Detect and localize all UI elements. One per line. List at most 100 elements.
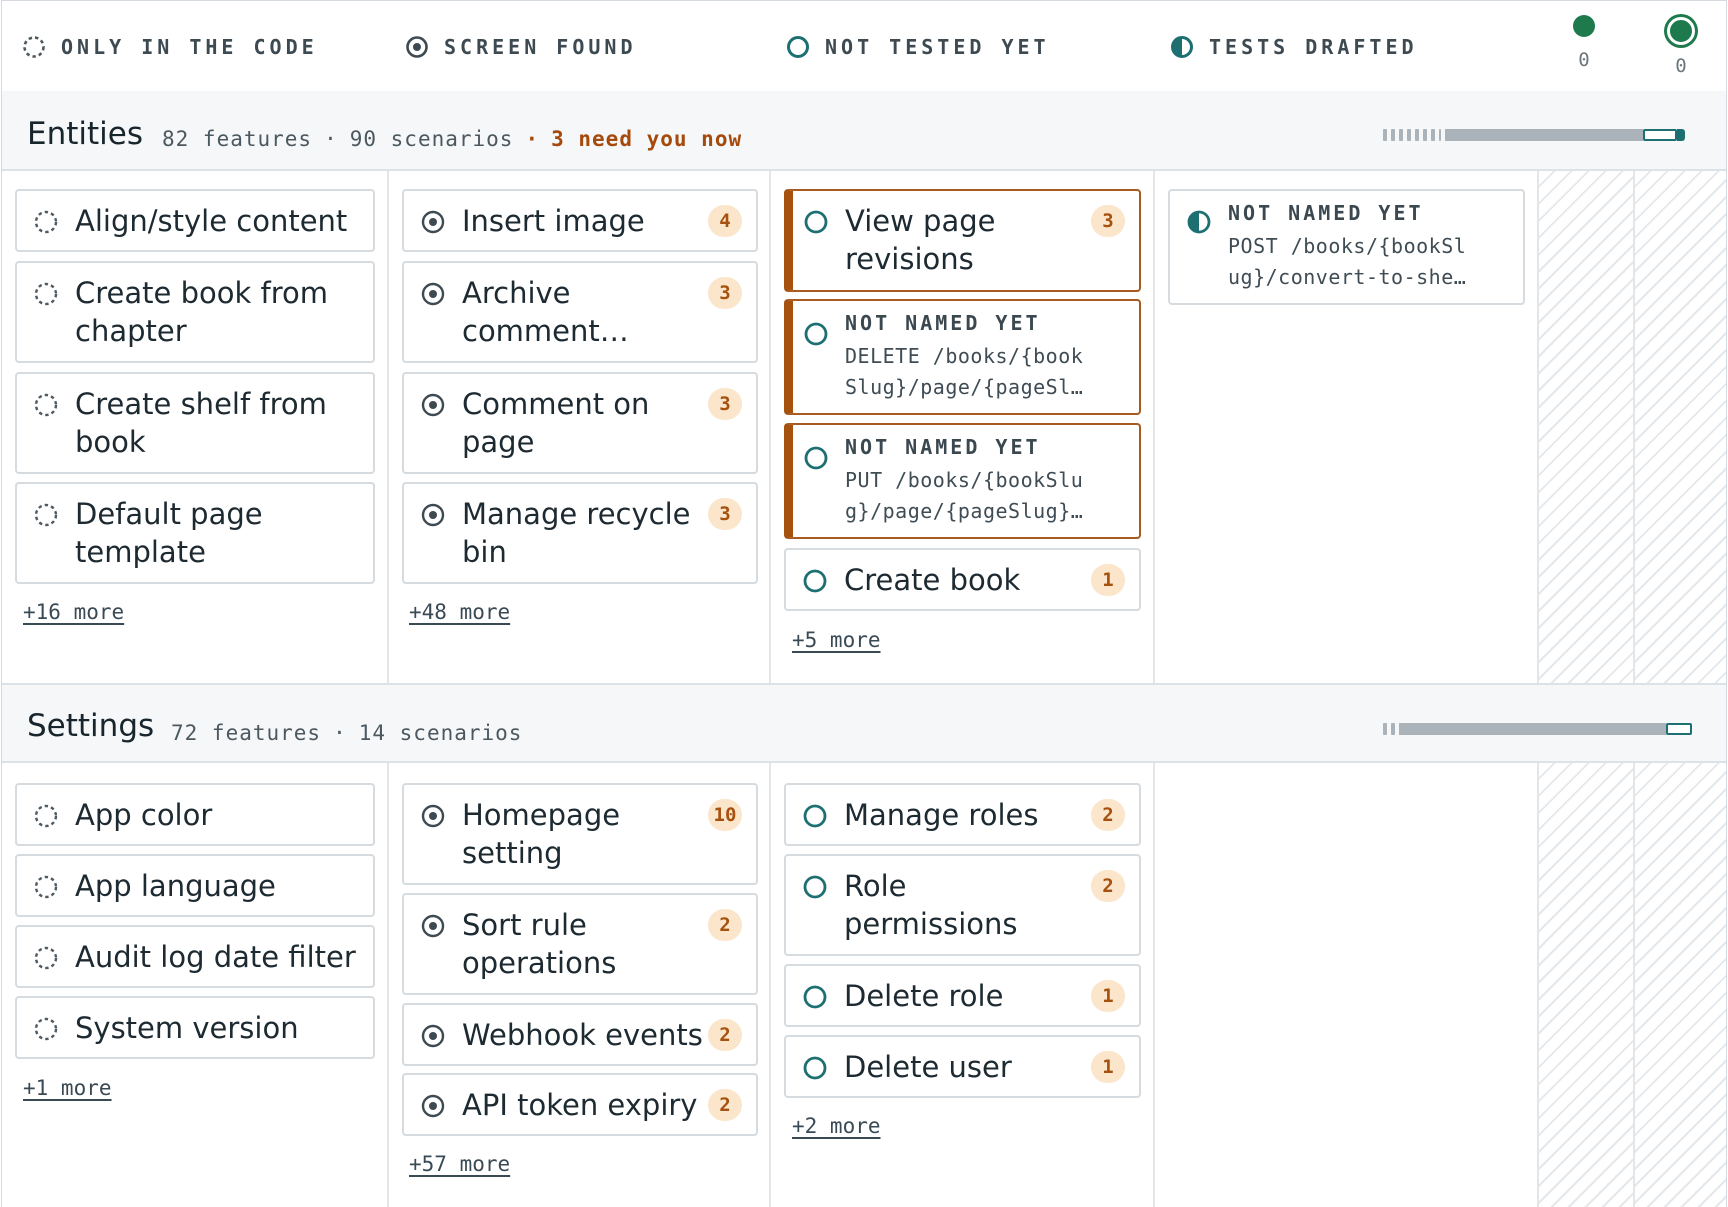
legend-label: ONLY IN THE CODE — [61, 35, 318, 59]
dashed-circle-icon — [34, 804, 58, 828]
feature-card[interactable]: Manage recycle bin 3 — [402, 482, 758, 584]
target-circle-icon — [421, 210, 445, 234]
feature-title: Role permissions — [844, 869, 1018, 941]
empty-column-hatch — [1633, 763, 1726, 1207]
feature-title: Default page template — [75, 497, 263, 569]
passing-count: 0 — [1578, 49, 1590, 71]
feature-board: ONLY IN THE CODE SCREEN FOUND NOT TESTED… — [1, 0, 1727, 1207]
open-circle-icon — [803, 1056, 827, 1080]
feature-card-urgent[interactable]: View page revisions 3 — [784, 189, 1141, 292]
feature-card[interactable]: Insert image 4 — [402, 189, 758, 252]
section-stats: 82 features · 90 scenarios · 3 need you now — [162, 127, 742, 151]
feature-card[interactable]: Create shelf from book — [15, 372, 375, 474]
feature-card[interactable]: Homepage setting 10 — [402, 783, 758, 885]
scenario-count-badge: 3 — [708, 388, 742, 420]
target-circle-icon — [421, 1094, 445, 1118]
feature-card[interactable]: App color — [15, 783, 375, 846]
feature-title: Manage roles — [844, 798, 1039, 832]
feature-count: 82 features — [162, 127, 313, 151]
target-circle-icon — [406, 36, 428, 58]
show-more-link[interactable]: +2 more — [792, 1114, 881, 1138]
feature-card[interactable]: Delete user 1 — [784, 1035, 1141, 1098]
section-title: Entities — [27, 116, 143, 152]
feature-card[interactable]: Sort rule operations 2 — [402, 893, 758, 995]
feature-title: Archive comment… — [462, 276, 629, 348]
feature-card-urgent[interactable]: NOT NAMED YET DELETE /books/{book Slug}/… — [784, 299, 1141, 415]
legend-label: SCREEN FOUND — [444, 35, 637, 59]
scenario-count-badge: 10 — [708, 799, 742, 831]
scenario-count-badge: 1 — [1091, 1051, 1125, 1083]
open-circle-icon — [804, 322, 828, 346]
open-circle-icon — [803, 875, 827, 899]
feature-card[interactable]: Webhook events 2 — [402, 1003, 758, 1066]
feature-card[interactable]: Manage roles 2 — [784, 783, 1141, 846]
section-progress-bar — [1383, 723, 1692, 735]
feature-card[interactable]: Align/style content — [15, 189, 375, 252]
feature-title: Create shelf from book — [75, 387, 327, 459]
scenario-count-badge: 2 — [1091, 799, 1125, 831]
dashed-circle-icon — [34, 210, 58, 234]
feature-count: 72 features — [171, 721, 322, 745]
legend-only-in-code: ONLY IN THE CODE — [21, 34, 318, 60]
progress-cap — [1677, 129, 1685, 141]
target-circle-icon — [421, 393, 445, 417]
unnamed-label: NOT NAMED YET — [845, 311, 1041, 335]
feature-title: Manage recycle bin — [462, 497, 691, 569]
feature-card[interactable]: Role permissions 2 — [784, 854, 1141, 956]
scenario-count: 90 scenarios — [349, 127, 514, 151]
unnamed-label: NOT NAMED YET — [1228, 201, 1424, 225]
open-circle-icon — [803, 985, 827, 1009]
progress-drafted-segment — [1643, 129, 1677, 141]
show-more-link[interactable]: +48 more — [409, 600, 510, 624]
show-more-link[interactable]: +1 more — [23, 1076, 112, 1100]
feature-card[interactable]: Archive comment… 3 — [402, 261, 758, 363]
feature-card[interactable]: Comment on page 3 — [402, 372, 758, 474]
dashed-circle-icon — [34, 393, 58, 417]
show-more-link[interactable]: +57 more — [409, 1152, 510, 1176]
endpoint-route: PUT /books/{bookSlu g}/page/{pageSlug}… — [845, 468, 1084, 523]
feature-card[interactable]: API token expiry 2 — [402, 1073, 758, 1136]
dashed-circle-icon — [34, 875, 58, 899]
feature-card-urgent[interactable]: NOT NAMED YET PUT /books/{bookSlu g}/pag… — [784, 423, 1141, 539]
scenario-count-badge: 3 — [708, 498, 742, 530]
feature-title: System version — [75, 1011, 299, 1045]
feature-title: Sort rule operations — [462, 908, 617, 980]
section-header-entities: Entities 82 features · 90 scenarios · 3 need… — [2, 91, 1726, 171]
feature-card[interactable]: App language — [15, 854, 375, 917]
feature-card[interactable]: Audit log date filter — [15, 925, 375, 988]
show-more-link[interactable]: +5 more — [792, 628, 881, 652]
empty-column-hatch — [1537, 171, 1633, 683]
open-circle-icon — [804, 210, 828, 234]
feature-card[interactable]: Create book 1 — [784, 548, 1141, 611]
feature-title: Delete user — [844, 1050, 1012, 1084]
feature-card[interactable]: Delete role 1 — [784, 964, 1141, 1027]
feature-card[interactable]: Default page template — [15, 482, 375, 584]
scenario-count: 14 scenarios — [358, 721, 523, 745]
status-legend: ONLY IN THE CODE SCREEN FOUND NOT TESTED… — [2, 1, 1726, 93]
scenario-count-badge: 2 — [708, 1019, 742, 1051]
target-circle-icon — [421, 804, 445, 828]
dashed-circle-icon — [34, 1017, 58, 1041]
progress-drafted-segment — [1666, 723, 1692, 735]
feature-card[interactable]: Create book from chapter — [15, 261, 375, 363]
feature-card[interactable]: System version — [15, 996, 375, 1059]
dashed-circle-icon — [34, 282, 58, 306]
feature-title: Insert image — [462, 204, 645, 238]
target-circle-icon — [421, 914, 445, 938]
legend-tests-drafted: TESTS DRAFTED — [1169, 34, 1418, 60]
open-circle-icon — [803, 569, 827, 593]
show-more-link[interactable]: +16 more — [23, 600, 124, 624]
target-circle-icon — [421, 1024, 445, 1048]
dashed-circle-icon — [34, 503, 58, 527]
feature-title: Webhook events — [462, 1018, 703, 1052]
dashed-circle-icon — [34, 946, 58, 970]
legend-screen-found: SCREEN FOUND — [404, 34, 637, 60]
scenario-count-badge: 1 — [1091, 980, 1125, 1012]
feature-title: View page revisions — [845, 204, 996, 276]
dashed-circle-icon — [23, 36, 45, 58]
progress-fill — [1399, 723, 1666, 735]
feature-card[interactable]: NOT NAMED YET POST /books/{bookSl ug}/co… — [1168, 189, 1525, 305]
scenario-count-badge: 3 — [1091, 205, 1125, 237]
separator: · — [324, 127, 338, 151]
open-circle-icon — [787, 36, 809, 58]
